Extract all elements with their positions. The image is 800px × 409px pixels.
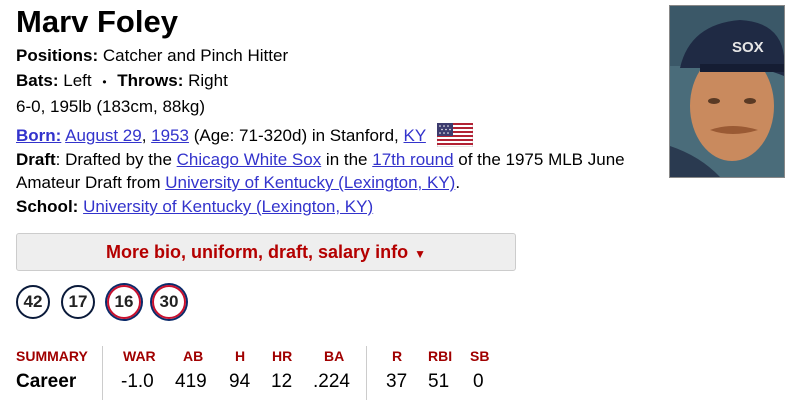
uniform-number-badge[interactable]: 17 (61, 285, 95, 319)
draft-school-link[interactable]: University of Kentucky (Lexington, KY) (165, 173, 455, 192)
player-photo: SOX (669, 5, 785, 178)
born-link[interactable]: Born: (16, 126, 61, 145)
stat-header-war: WAR (123, 348, 156, 364)
column-divider (366, 346, 367, 400)
school-label: School: (16, 197, 79, 216)
uniform-number-badge[interactable]: 16 (107, 285, 141, 319)
school-row: School: University of Kentucky (Lexingto… (16, 196, 373, 218)
more-bio-label: More bio, uniform, draft, salary info (106, 242, 409, 262)
stat-value-hr: 12 (271, 371, 293, 392)
stat-header-ab: AB (183, 348, 204, 364)
stat-header-rbi: RBI (428, 348, 453, 364)
column-divider (102, 346, 103, 400)
more-bio-button[interactable]: More bio, uniform, draft, salary info ▼ (16, 233, 516, 271)
draft-row-2: Amateur Draft from University of Kentuck… (16, 172, 460, 194)
caret-down-icon: ▼ (414, 247, 426, 261)
summary-header: SUMMARY (16, 348, 88, 364)
draft-label: Draft (16, 150, 56, 169)
born-date-link[interactable]: August 29 (65, 126, 142, 145)
uniform-number-badge[interactable]: 30 (152, 285, 186, 319)
stat-header-h: H (235, 348, 246, 364)
stat-header-hr: HR (272, 348, 293, 364)
school-link[interactable]: University of Kentucky (Lexington, KY) (83, 197, 373, 216)
stat-value-ab: 419 (175, 371, 207, 392)
career-label: Career (16, 371, 77, 392)
stat-value-ba: .224 (313, 371, 350, 392)
draft-round-link[interactable]: 17th round (372, 150, 453, 169)
draft-team-link[interactable]: Chicago White Sox (177, 150, 322, 169)
svg-text:SOX: SOX (732, 39, 764, 56)
bats-label: Bats: (16, 71, 59, 90)
uniform-number-badge[interactable]: 42 (16, 285, 50, 319)
draft-text: . (455, 173, 461, 192)
stat-value-war: -1.0 (121, 371, 154, 392)
size-row: 6-0, 195lb (183cm, 88kg) (16, 96, 205, 118)
stat-header-sb: SB (470, 348, 490, 364)
stat-header-r: R (392, 348, 403, 364)
draft-text: : Drafted by the (55, 150, 177, 169)
stat-value-rbi: 51 (428, 371, 450, 392)
positions-value: Catcher and Pinch Hitter (102, 46, 289, 65)
born-age: (Age: 71-320d) in Stanford, (193, 126, 399, 145)
born-year-link[interactable]: 1953 (151, 126, 189, 145)
draft-row-1: Draft: Drafted by the Chicago White Sox … (16, 149, 625, 171)
stat-value-sb: 0 (473, 371, 484, 392)
player-name: Marv Foley (16, 4, 178, 39)
positions-row: Positions: Catcher and Pinch Hitter (16, 45, 288, 67)
draft-text: of the 1975 MLB June (453, 150, 625, 169)
separator-dot: • (102, 75, 107, 89)
throws-value: Right (188, 71, 228, 90)
throws-label: Throws: (117, 71, 184, 90)
bats-value: Left (63, 71, 92, 90)
stat-value-r: 37 (386, 371, 408, 392)
born-state-link[interactable]: KY (404, 126, 426, 145)
stat-header-ba: BA (324, 348, 345, 364)
draft-text: in the (321, 150, 373, 169)
bats-throws-row: Bats: Left • Throws: Right (16, 70, 228, 93)
stat-value-h: 94 (229, 371, 251, 392)
draft-text: Amateur Draft from (16, 173, 166, 192)
positions-label: Positions: (16, 46, 99, 65)
height-weight: 6-0, 195lb (183cm, 88kg) (16, 97, 205, 116)
